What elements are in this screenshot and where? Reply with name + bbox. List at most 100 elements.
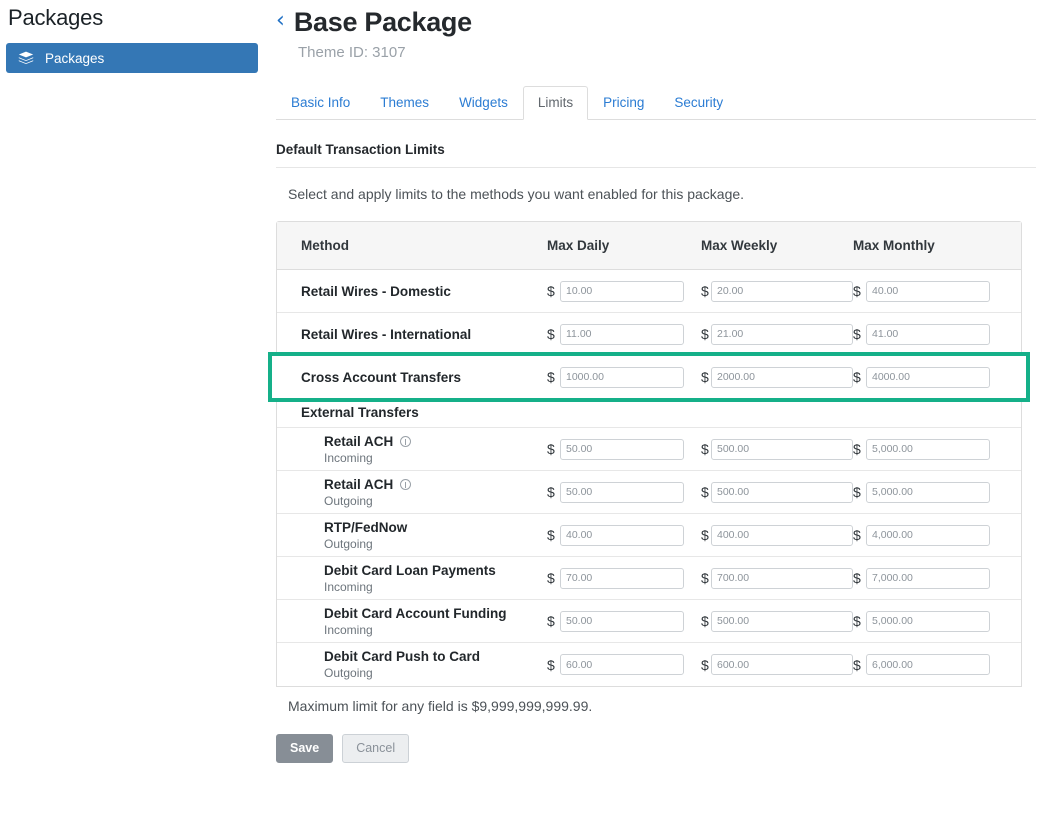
method-name-text: Debit Card Account Funding	[324, 605, 507, 621]
main-content: ‹ Base Package Theme ID: 3107 Basic Info…	[268, 0, 1042, 830]
currency-symbol: $	[853, 656, 861, 673]
currency-symbol: $	[701, 326, 709, 342]
table-row: Retail Wires - Domestic $ $ $	[277, 270, 1021, 313]
currency-symbol: $	[853, 613, 861, 629]
currency-symbol: $	[853, 484, 861, 500]
sidebar: Packages Packages	[0, 0, 270, 830]
currency-symbol: $	[547, 613, 555, 629]
max-weekly-input[interactable]	[711, 366, 853, 388]
max-daily-input[interactable]	[560, 567, 684, 589]
info-icon[interactable]	[400, 435, 412, 447]
max-daily-input[interactable]	[560, 524, 684, 546]
currency-symbol: $	[701, 484, 709, 500]
max-weekly-input[interactable]	[711, 567, 853, 589]
tab-basic-info[interactable]: Basic Info	[276, 86, 365, 119]
method-name-text: Retail ACH	[324, 433, 394, 449]
tab-bar: Basic Info Themes Widgets Limits Pricing…	[276, 86, 1036, 120]
max-daily-input[interactable]	[560, 438, 684, 460]
currency-symbol: $	[701, 656, 709, 673]
info-icon[interactable]	[400, 478, 412, 490]
tab-security[interactable]: Security	[659, 86, 738, 119]
max-monthly-input[interactable]	[866, 366, 990, 388]
max-monthly-input[interactable]	[866, 524, 990, 546]
max-daily-cell: $	[547, 610, 701, 632]
theme-id-label: Theme ID: 3107	[298, 44, 406, 61]
currency-symbol: $	[547, 441, 555, 457]
max-daily-input[interactable]	[560, 280, 684, 302]
max-weekly-cell: $	[701, 567, 853, 589]
sidebar-item-label: Packages	[45, 50, 105, 66]
max-weekly-cell: $	[701, 481, 853, 503]
cancel-button[interactable]: Cancel	[342, 734, 410, 763]
method-cell: Retail ACH Incoming	[277, 434, 547, 465]
max-daily-cell: $	[547, 366, 701, 388]
max-daily-cell: $	[547, 323, 701, 345]
column-header-max-daily: Max Daily	[547, 238, 610, 253]
max-monthly-input[interactable]	[866, 438, 990, 460]
max-daily-cell: $	[547, 481, 701, 503]
page-title: Base Package	[293, 7, 472, 37]
tab-widgets[interactable]: Widgets	[444, 86, 523, 119]
column-header-max-weekly: Max Weekly	[701, 238, 778, 253]
table-row: Debit Card Loan PaymentsIncoming$$$	[277, 557, 1021, 600]
max-monthly-input[interactable]	[866, 280, 990, 302]
currency-symbol: $	[701, 369, 709, 385]
currency-symbol: $	[853, 441, 861, 457]
method-cell: Debit Card Push to Card Outgoing	[277, 649, 547, 680]
max-daily-input[interactable]	[560, 366, 684, 388]
max-weekly-input[interactable]	[711, 280, 853, 302]
max-monthly-cell: $	[853, 323, 1003, 345]
max-daily-input[interactable]	[560, 610, 684, 632]
tab-pricing[interactable]: Pricing	[588, 86, 659, 119]
max-daily-cell: $	[547, 654, 701, 675]
table-group-row: External Transfers	[277, 398, 1021, 428]
max-monthly-cell: $	[853, 280, 1003, 302]
currency-symbol: $	[853, 326, 861, 342]
currency-symbol: $	[547, 527, 555, 543]
max-weekly-input[interactable]	[711, 524, 853, 546]
method-name-text: Cross Account Transfers	[301, 369, 462, 385]
max-monthly-input[interactable]	[866, 610, 990, 632]
method-name: Retail ACH	[324, 477, 547, 492]
max-daily-cell: $	[547, 438, 701, 460]
max-daily-input[interactable]	[560, 654, 684, 675]
max-monthly-cell: $	[853, 481, 1003, 503]
table-row: RTP/FedNowOutgoing$$$	[277, 514, 1021, 557]
max-monthly-input[interactable]	[866, 323, 990, 345]
table-row: Cross Account Transfers $ $ $	[268, 352, 1030, 402]
tab-limits[interactable]: Limits	[522, 86, 589, 120]
max-weekly-input[interactable]	[711, 323, 853, 345]
max-weekly-cell: $	[701, 280, 853, 302]
sidebar-title: Packages	[8, 5, 104, 30]
max-weekly-cell: $	[701, 524, 853, 546]
max-daily-input[interactable]	[560, 323, 684, 345]
max-weekly-input[interactable]	[711, 654, 853, 675]
method-name: Debit Card Loan Payments	[324, 563, 547, 578]
max-weekly-input[interactable]	[711, 610, 853, 632]
save-button[interactable]: Save	[276, 734, 334, 763]
layers-icon	[18, 51, 34, 65]
page-header: ‹ Base Package Theme ID: 3107	[270, 0, 1042, 61]
max-daily-input[interactable]	[560, 481, 684, 503]
max-weekly-input[interactable]	[711, 481, 853, 503]
max-daily-cell: $	[547, 524, 701, 546]
app-root: Packages Packages ‹ Base Package Theme I…	[0, 0, 1042, 830]
section-title: Default Transaction Limits	[276, 142, 1036, 168]
chevron-left-icon[interactable]: ‹	[276, 6, 285, 36]
max-monthly-cell: $	[853, 366, 1003, 388]
table-header-row: Method Max Daily Max Weekly Max Monthly	[277, 222, 1021, 270]
group-label: External Transfers	[301, 405, 419, 420]
max-monthly-input[interactable]	[866, 654, 990, 675]
sidebar-item-packages[interactable]: Packages	[6, 43, 258, 73]
column-header-method: Method	[301, 238, 349, 253]
max-monthly-input[interactable]	[866, 567, 990, 589]
max-weekly-input[interactable]	[711, 438, 853, 460]
method-name-text: Debit Card Loan Payments	[324, 562, 496, 578]
currency-symbol: $	[853, 570, 861, 586]
method-name-text: Debit Card Push to Card	[324, 649, 481, 664]
max-monthly-input[interactable]	[866, 481, 990, 503]
tab-themes[interactable]: Themes	[365, 86, 444, 119]
max-weekly-cell: $	[701, 323, 853, 345]
max-monthly-cell: $	[853, 524, 1003, 546]
method-name: Debit Card Account Funding	[324, 606, 547, 621]
